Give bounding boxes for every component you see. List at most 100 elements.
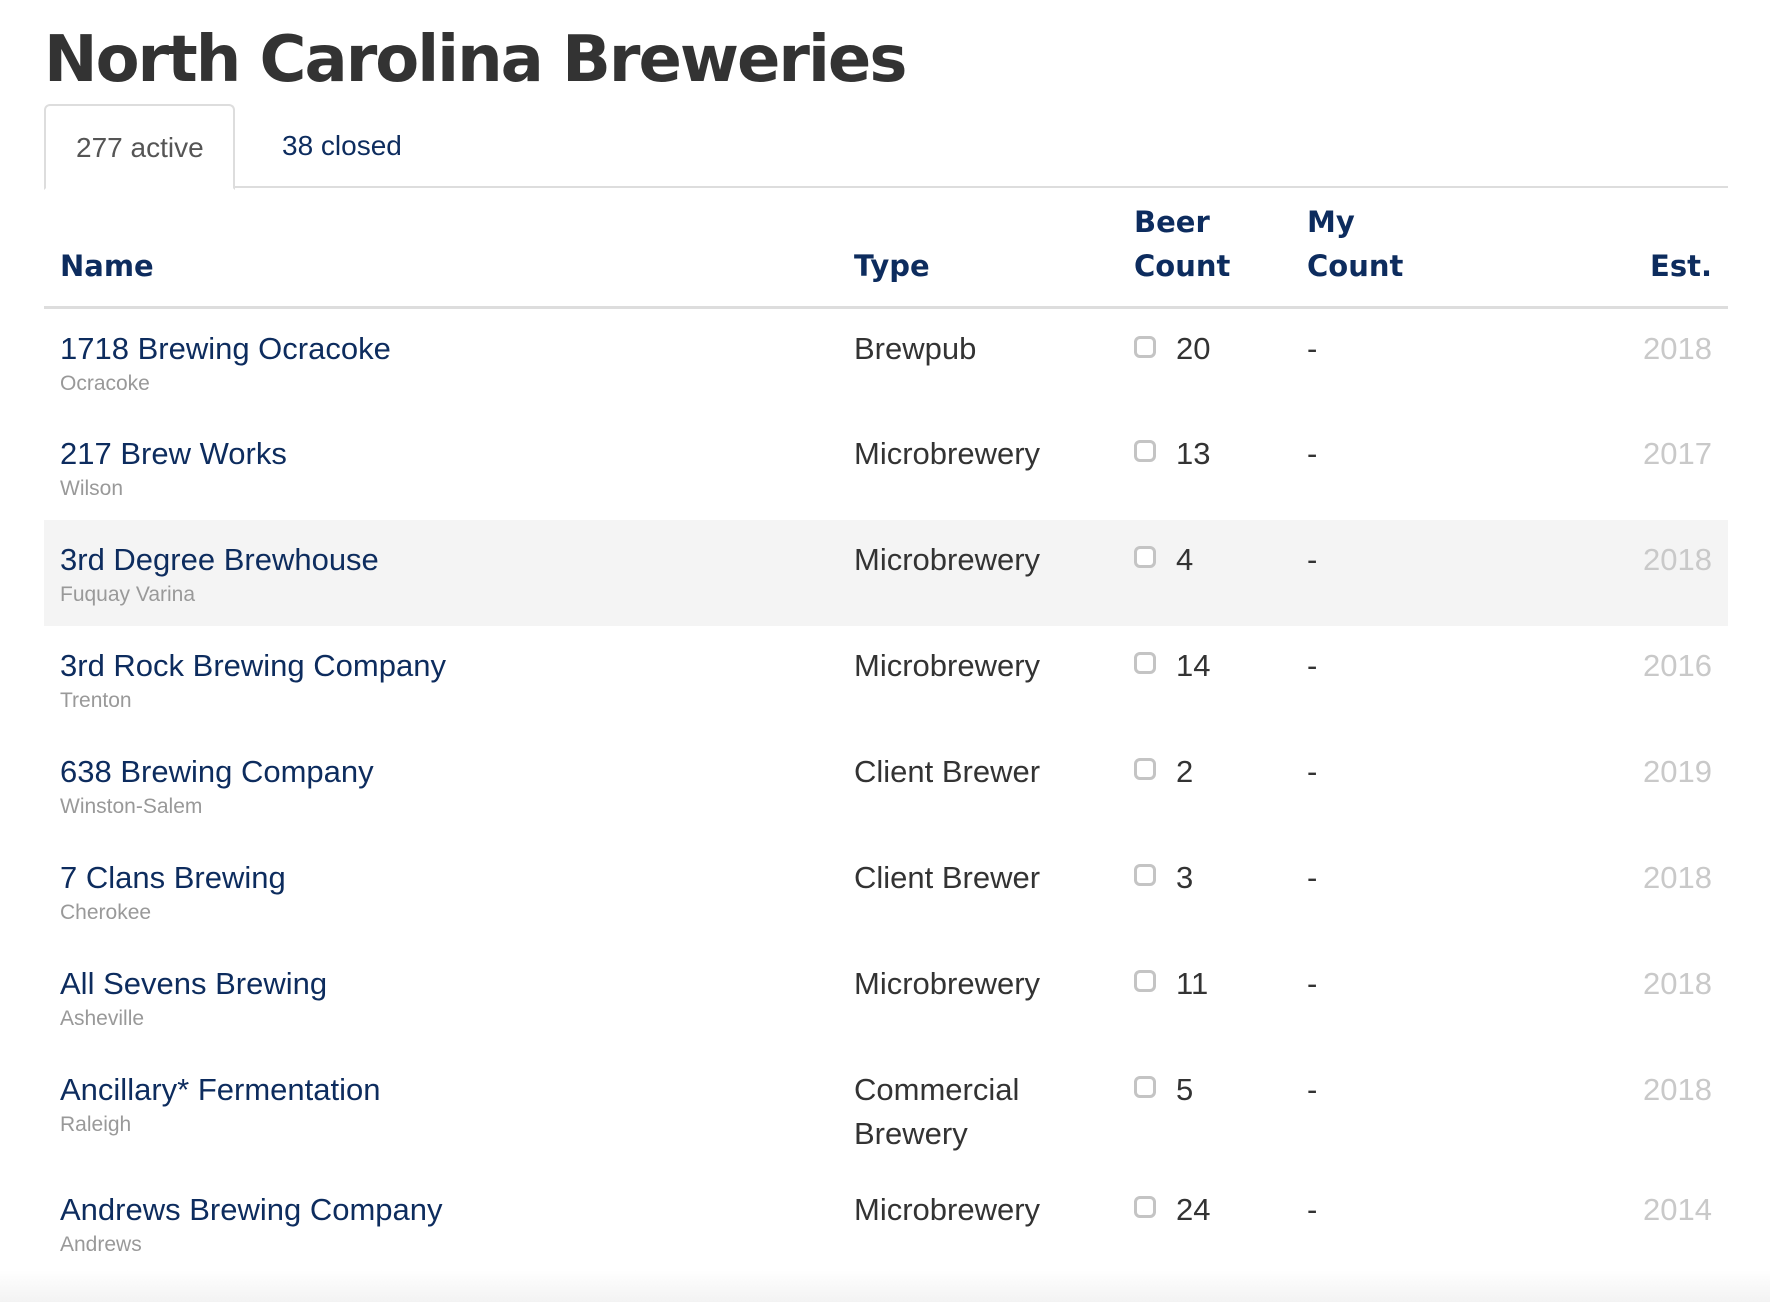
- table-row: All Sevens Brewing Asheville Microbrewer…: [44, 944, 1728, 1050]
- tab-active[interactable]: 277 active: [44, 104, 235, 190]
- beer-count-cell: 14: [1118, 626, 1291, 732]
- brewery-city: Asheville: [60, 1006, 145, 1030]
- brewery-city: Wilson: [60, 476, 124, 500]
- est-year-cell: 2018: [1643, 859, 1712, 895]
- name-cell: 217 Brew Works Wilson: [44, 414, 838, 520]
- table-row: 3rd Degree Brewhouse Fuquay Varina Micro…: [44, 519, 1728, 626]
- tab-closed[interactable]: 38 closed: [252, 104, 432, 188]
- name-cell: Ancillary* Fermentation Raleigh: [44, 1050, 838, 1170]
- column-header-beer-count[interactable]: Beer Count: [1118, 200, 1291, 309]
- est-year-cell: 2017: [1643, 435, 1712, 471]
- type-cell: Microbrewery: [838, 519, 1118, 626]
- brewery-city: Cherokee: [60, 900, 152, 924]
- beer-count: 2: [1176, 753, 1194, 789]
- checkbox-icon[interactable]: [1134, 440, 1156, 463]
- checkbox-icon[interactable]: [1134, 758, 1156, 781]
- status-tabs: 277 active 38 closed: [44, 104, 1728, 190]
- brewery-link[interactable]: 638 Brewing Company: [60, 750, 822, 794]
- my-count-cell: -: [1291, 519, 1511, 626]
- checkbox-icon[interactable]: [1134, 970, 1156, 993]
- my-count-cell: -: [1307, 435, 1318, 471]
- est-year-cell: 2016: [1643, 647, 1712, 683]
- table-row: 638 Brewing Company Winston-Salem Client…: [44, 732, 1728, 838]
- brewery-link[interactable]: All Sevens Brewing: [60, 962, 822, 1006]
- beer-count: 20: [1176, 331, 1211, 366]
- type-cell: Microbrewery: [854, 965, 1041, 1001]
- my-count-cell: -: [1307, 859, 1318, 895]
- my-count-cell: -: [1307, 647, 1318, 683]
- name-cell: 3rd Rock Brewing Company Trenton: [44, 626, 838, 732]
- table-header-row: Name Type Beer Count My Count Est.: [44, 200, 1728, 309]
- name-cell: 7 Clans Brewing Cherokee: [44, 838, 838, 944]
- name-cell: Andrews Brewing Company Andrews: [44, 1170, 838, 1276]
- column-header-est[interactable]: Est.: [1511, 200, 1728, 309]
- my-count-cell: -: [1307, 331, 1318, 366]
- page-title: North Carolina Breweries: [44, 23, 907, 97]
- beer-count-cell: 5: [1118, 1050, 1291, 1170]
- beer-count-cell: 11: [1118, 944, 1291, 1050]
- brewery-city: Raleigh: [60, 1112, 132, 1136]
- checkbox-icon[interactable]: [1134, 335, 1156, 358]
- checkbox-icon[interactable]: [1134, 652, 1156, 675]
- beer-count-cell: 4: [1118, 519, 1291, 626]
- name-cell: All Sevens Brewing Asheville: [44, 944, 838, 1050]
- table-body: 1718 Brewing Ocracoke Ocracoke Brewpub 2…: [44, 308, 1728, 1276]
- type-cell: Client Brewer: [854, 859, 1041, 895]
- table-row: Andrews Brewing Company Andrews Microbre…: [44, 1170, 1728, 1276]
- brewery-link[interactable]: 1718 Brewing Ocracoke: [60, 327, 822, 371]
- est-year-cell: 2018: [1643, 965, 1712, 1001]
- checkbox-icon[interactable]: [1134, 546, 1156, 569]
- my-count-cell: -: [1307, 753, 1318, 789]
- beer-count: 11: [1176, 965, 1209, 1001]
- beer-count: 3: [1176, 859, 1194, 895]
- beer-count: 5: [1176, 1071, 1194, 1107]
- type-cell: Microbrewery: [854, 1191, 1041, 1227]
- est-year-cell: 2014: [1643, 1191, 1712, 1227]
- checkbox-icon[interactable]: [1134, 1076, 1156, 1099]
- checkbox-icon[interactable]: [1134, 1196, 1156, 1219]
- table-row: 217 Brew Works Wilson Microbrewery 13 - …: [44, 414, 1728, 520]
- table-row: 7 Clans Brewing Cherokee Client Brewer 3…: [44, 838, 1728, 944]
- beer-count-cell: 20: [1118, 308, 1291, 414]
- beer-count: 24: [1176, 1191, 1211, 1227]
- name-cell: 638 Brewing Company Winston-Salem: [44, 732, 838, 838]
- beer-count-cell: 2: [1118, 732, 1291, 838]
- type-cell: Microbrewery: [854, 435, 1041, 471]
- brewery-city: Andrews: [60, 1232, 142, 1256]
- brewery-city: Winston-Salem: [60, 794, 203, 818]
- column-header-my-count[interactable]: My Count: [1291, 200, 1511, 309]
- column-header-type[interactable]: Type: [838, 200, 1118, 309]
- my-count-cell: -: [1307, 965, 1318, 1001]
- type-cell: Brewpub: [854, 331, 977, 366]
- brewery-city: Fuquay Varina: [60, 582, 196, 606]
- my-count-cell: -: [1307, 1191, 1318, 1227]
- beer-count-cell: 24: [1118, 1170, 1291, 1276]
- column-header-name[interactable]: Name: [44, 200, 838, 309]
- brewery-link[interactable]: 217 Brew Works: [60, 432, 822, 476]
- brewery-city: Trenton: [60, 688, 132, 712]
- brewery-link[interactable]: 3rd Rock Brewing Company: [60, 644, 822, 688]
- est-year-cell: 2018: [1511, 519, 1728, 626]
- checkbox-icon[interactable]: [1134, 864, 1156, 887]
- beer-count: 4: [1176, 541, 1194, 577]
- beer-count-cell: 3: [1118, 838, 1291, 944]
- table-row: 1718 Brewing Ocracoke Ocracoke Brewpub 2…: [44, 308, 1728, 414]
- brewery-link[interactable]: 7 Clans Brewing: [60, 856, 822, 900]
- bottom-edge: [0, 1270, 1770, 1302]
- brewery-link[interactable]: Andrews Brewing Company: [60, 1188, 822, 1232]
- beer-count: 13: [1176, 435, 1211, 471]
- table-row: Ancillary* Fermentation Raleigh Commerci…: [44, 1050, 1728, 1170]
- beer-count: 14: [1176, 647, 1211, 683]
- est-year-cell: 2018: [1643, 1071, 1712, 1107]
- brewery-link[interactable]: 3rd Degree Brewhouse: [60, 538, 822, 582]
- est-year-cell: 2019: [1643, 753, 1712, 789]
- brewery-link[interactable]: Ancillary* Fermentation: [60, 1068, 822, 1112]
- type-cell: Microbrewery: [854, 647, 1041, 683]
- table-row: 3rd Rock Brewing Company Trenton Microbr…: [44, 626, 1728, 732]
- brewery-city: Ocracoke: [60, 372, 150, 395]
- type-cell: Client Brewer: [854, 753, 1041, 789]
- my-count-cell: -: [1307, 1071, 1318, 1107]
- breweries-table: Name Type Beer Count My Count Est. 1718 Br…: [44, 200, 1728, 1276]
- name-cell: 3rd Degree Brewhouse Fuquay Varina: [44, 519, 838, 626]
- type-cell: Commercial Brewery: [854, 1071, 1020, 1151]
